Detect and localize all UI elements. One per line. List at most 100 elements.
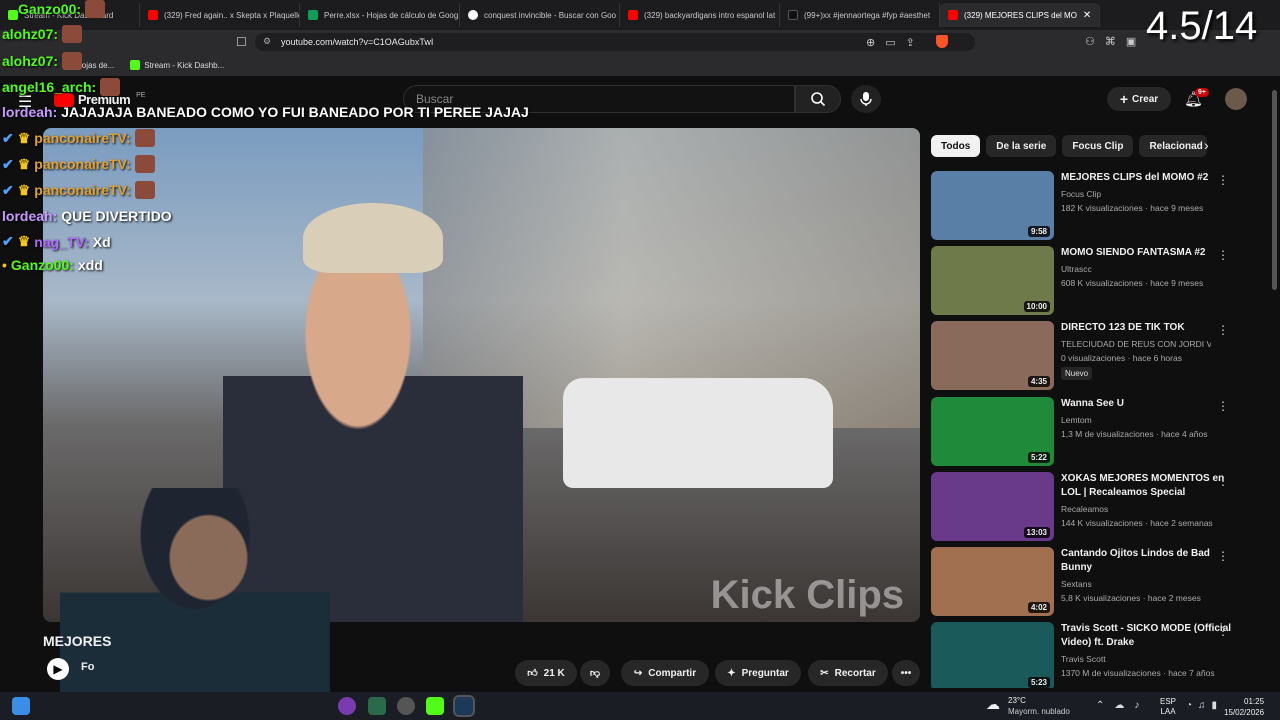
recommendation-title[interactable]: DIRECTO 123 DE TIK TOK xyxy=(1061,321,1241,335)
emote-icon xyxy=(62,52,83,70)
duration-badge: 4:02 xyxy=(1027,602,1050,613)
kick-favicon-icon xyxy=(130,60,141,70)
tab-google-search[interactable]: conquest invincible - Buscar con Goo xyxy=(460,3,620,27)
chat-message: lordeah: QUE DIVERTIDO xyxy=(2,208,172,224)
video-thumbnail[interactable]: 4:35 xyxy=(931,321,1054,390)
recommendation-title[interactable]: Travis Scott - SICKO MODE (Official Vide… xyxy=(1061,622,1241,650)
recommendation-channel[interactable]: Recaleamos xyxy=(1061,504,1108,514)
recommendation-item[interactable]: 4:35 DIRECTO 123 DE TIK TOK TELECIUDAD D… xyxy=(931,321,1269,393)
video-thumbnail[interactable]: 9:58 xyxy=(931,171,1054,240)
more-vertical-icon[interactable]: ⋮ xyxy=(1217,173,1229,187)
emote-icon xyxy=(85,0,106,18)
crown-badge-icon: ♛ xyxy=(17,233,31,249)
site-info-icon[interactable]: ⚙ xyxy=(263,36,271,47)
share-button[interactable]: ↪ Compartir xyxy=(621,660,709,686)
video-thumbnail[interactable]: 5:22 xyxy=(931,397,1054,466)
tab-backyardigans[interactable]: (329) backyardigans intro espanol lat xyxy=(620,3,780,27)
recommendation-item[interactable]: 5:23 Travis Scott - SICKO MODE (Official… xyxy=(931,622,1269,688)
bookmark-star-icon[interactable]: ☐ xyxy=(236,35,247,49)
recommendation-title[interactable]: Cantando Ojitos Lindos de Bad Bunny xyxy=(1061,547,1241,575)
chip-de-la-serie[interactable]: De la serie xyxy=(986,135,1057,157)
brave-shield-icon[interactable] xyxy=(936,35,948,48)
ask-button[interactable]: ✦ Preguntar xyxy=(715,660,801,686)
tab-mejores-clips[interactable]: (329) MEJORES CLIPS del MO ✕ xyxy=(940,3,1100,27)
video-thumbnail[interactable]: 13:03 xyxy=(931,472,1054,541)
more-vertical-icon[interactable]: ⋮ xyxy=(1217,323,1229,337)
tab-perre-sheets[interactable]: Perre.xlsx - Hojas de cálculo de Goog xyxy=(300,3,460,27)
channel-name[interactable]: Fo xyxy=(81,661,94,673)
chat-message: ✔ ♛ nag_TV: Xd xyxy=(2,233,111,250)
avatar[interactable] xyxy=(1225,88,1247,110)
recommendation-title[interactable]: Wanna See U xyxy=(1061,397,1241,411)
chat-message: Ganzo00: xyxy=(18,0,106,18)
thumbs-up-icon: 👍︎ xyxy=(527,668,538,679)
more-vertical-icon[interactable]: ⋮ xyxy=(1217,549,1229,563)
dislike-button[interactable]: 👎︎ xyxy=(580,660,610,686)
verified-badge-icon: ✔ xyxy=(2,155,14,172)
more-vertical-icon[interactable]: ⋮ xyxy=(1217,624,1229,638)
youtube-favicon-icon xyxy=(148,10,158,20)
recommendation-meta: 182 K visualizaciones · hace 9 meses xyxy=(1061,203,1204,213)
bookmark-kick-dashboard[interactable]: Stream - Kick Dashb... xyxy=(130,60,224,70)
recommendation-channel[interactable]: Ultrascc xyxy=(1061,264,1092,274)
recommendation-channel[interactable]: Focus Clip xyxy=(1061,189,1101,199)
more-actions-button[interactable]: ••• xyxy=(892,660,920,686)
voice-search-button[interactable] xyxy=(851,85,881,113)
video-title: MEJORES xyxy=(43,633,112,649)
clip-button[interactable]: ✂ Recortar xyxy=(808,660,888,686)
recommendation-meta: 0 visualizaciones · hace 6 horas xyxy=(1061,353,1182,363)
taskbar-app-icon[interactable] xyxy=(338,697,356,715)
recommendation-title[interactable]: MOMO SIENDO FANTASMA #2 xyxy=(1061,246,1241,260)
chip-relacionados[interactable]: Relacionad xyxy=(1139,135,1208,157)
recommendation-item[interactable]: 9:58 MEJORES CLIPS del MOMO #2 Focus Cli… xyxy=(931,171,1269,243)
duration-badge: 9:58 xyxy=(1027,226,1050,237)
video-thumbnail[interactable]: 4:02 xyxy=(931,547,1054,616)
recommendation-channel[interactable]: Travis Scott xyxy=(1061,654,1106,664)
microphone-icon xyxy=(860,92,872,106)
like-button[interactable]: 👍︎ 21 K xyxy=(515,660,577,686)
recommendation-item[interactable]: 5:22 Wanna See U Lemtom 1,3 M de visuali… xyxy=(931,397,1269,469)
windows-taskbar xyxy=(0,692,1280,720)
crown-badge-icon: ♛ xyxy=(17,129,31,146)
tab-tiktok[interactable]: (99+)xx #jennaortega #fyp #aesthet xyxy=(780,3,940,27)
video-thumbnail[interactable]: 5:23 xyxy=(931,622,1054,688)
windows-start-icon[interactable] xyxy=(12,697,30,715)
chip-todos[interactable]: Todos xyxy=(931,135,981,157)
sparkle-icon: ✦ xyxy=(727,667,736,679)
recommendation-item[interactable]: 13:03 XOKAS MEJORES MOMENTOS en LOL | Re… xyxy=(931,472,1269,544)
extensions-icon[interactable]: ⚇⌘▣ xyxy=(1085,35,1146,48)
language-indicator[interactable]: ESP LAA xyxy=(1160,697,1176,717)
chip-focus-clip[interactable]: Focus Clip xyxy=(1062,135,1134,157)
steam-icon[interactable] xyxy=(453,695,475,717)
system-tray-status-icons[interactable]: ◔♫▮ xyxy=(1186,700,1223,711)
chat-message: ✔ ♛ panconaireTV: xyxy=(2,181,155,199)
recommendation-channel[interactable]: TELECIUDAD DE REUS CON JORDI VILL... xyxy=(1061,339,1211,349)
page-scrollbar[interactable] xyxy=(1272,90,1277,290)
close-tab-icon[interactable]: ✕ xyxy=(1083,10,1091,21)
chevron-right-icon[interactable]: › xyxy=(1204,137,1209,153)
recommendation-channel[interactable]: Lemtom xyxy=(1061,415,1092,425)
recommendation-title[interactable]: MEJORES CLIPS del MOMO #2 xyxy=(1061,171,1241,185)
taskbar-clock[interactable]: 01:25 15/02/2026 xyxy=(1224,696,1264,718)
search-button[interactable] xyxy=(795,85,841,113)
taskbar-app-icon[interactable] xyxy=(368,697,386,715)
recommendation-item[interactable]: 10:00 MOMO SIENDO FANTASMA #2 Ultrascc 6… xyxy=(931,246,1269,318)
taskbar-app-icon[interactable] xyxy=(397,697,415,715)
new-badge: Nuevo xyxy=(1061,367,1093,380)
recommendation-meta: 144 K visualizaciones · hace 2 semanas xyxy=(1061,518,1213,528)
tray-icons[interactable]: ⌃☁♪ xyxy=(1096,700,1149,711)
create-button[interactable]: + Crear xyxy=(1107,87,1171,111)
recommendation-title[interactable]: XOKAS MEJORES MOMENTOS en LOL | Recaleam… xyxy=(1061,472,1241,500)
recommendation-item[interactable]: 4:02 Cantando Ojitos Lindos de Bad Bunny… xyxy=(931,547,1269,619)
weather-icon[interactable]: ☁ xyxy=(986,696,1000,713)
more-vertical-icon[interactable]: ⋮ xyxy=(1217,474,1229,488)
taskbar-app-icon[interactable] xyxy=(426,697,444,715)
more-vertical-icon[interactable]: ⋮ xyxy=(1217,248,1229,262)
channel-avatar[interactable]: ▶ xyxy=(47,658,69,680)
recommendation-channel[interactable]: Sextans xyxy=(1061,579,1092,589)
tiktok-favicon-icon xyxy=(788,10,798,20)
chat-message: alohz07: xyxy=(2,52,83,70)
video-thumbnail[interactable]: 10:00 xyxy=(931,246,1054,315)
tab-fred-again[interactable]: (329) Fred again.. x Skepta x Plaquelle xyxy=(140,3,300,27)
more-vertical-icon[interactable]: ⋮ xyxy=(1217,399,1229,413)
